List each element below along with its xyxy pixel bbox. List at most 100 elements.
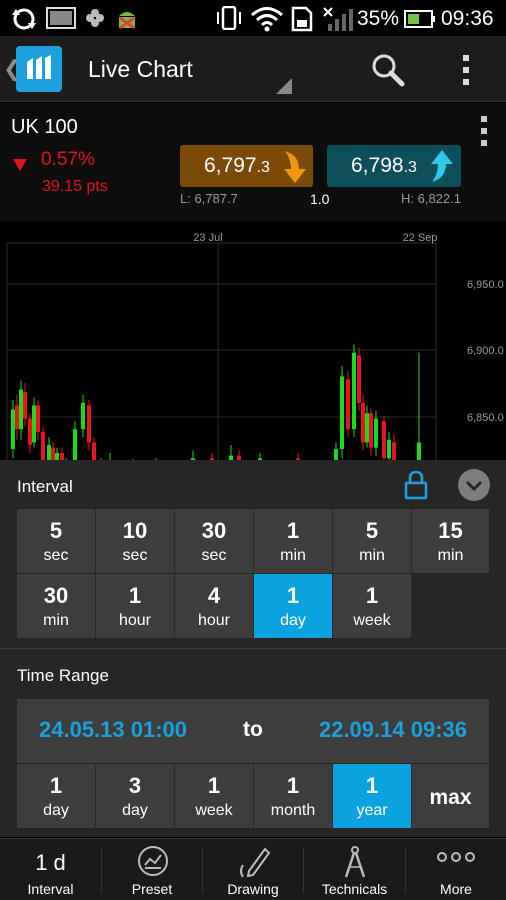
option-number: 1 (365, 773, 379, 798)
option-number: 30 (201, 518, 227, 543)
collapse-icon[interactable] (458, 469, 490, 501)
sell-button[interactable]: 6,797.3 (180, 145, 313, 187)
range-end-date[interactable]: 22.09.14 09:36 (319, 717, 467, 743)
nav-label: More (440, 881, 472, 897)
range-option-max[interactable]: max (412, 764, 489, 828)
title-dropdown-icon[interactable] (276, 78, 292, 94)
candle-body (361, 402, 365, 443)
option-unit: day (122, 802, 148, 819)
candle-body (352, 352, 356, 430)
range-option-3-day[interactable]: 3 day (96, 764, 175, 828)
search-icon[interactable] (370, 52, 406, 88)
candle-body (387, 439, 391, 459)
time-range-title: Time Range (17, 666, 109, 685)
nav-drawing[interactable]: Drawing (203, 839, 303, 900)
nav-label: Preset (131, 881, 173, 897)
candle-body (28, 418, 32, 446)
interval-grid: 5 sec 10 sec 30 sec 1 min 5 min 15 min 30 min 1… (17, 509, 489, 638)
x-tick-label: 22 Sep (403, 232, 438, 244)
change-percent: 0.57% (41, 149, 95, 170)
option-number: 1 (365, 583, 379, 608)
candle-body (51, 447, 55, 460)
option-unit: day (43, 802, 69, 819)
nav-label: Technicals (321, 881, 388, 897)
interval-option-5-min[interactable]: 5 min (333, 509, 412, 573)
lock-icon[interactable] (404, 470, 428, 500)
buy-button[interactable]: 6,798.3 (327, 145, 461, 187)
option-number: 5 (365, 518, 379, 543)
candle-body (369, 413, 373, 448)
buy-price-main: 6,798 (351, 154, 404, 177)
candle-body (382, 421, 386, 459)
sell-price-main: 6,797 (204, 154, 257, 177)
range-start-date[interactable]: 24.05.13 01:00 (39, 717, 187, 743)
low-price: L: 6,787.7 (180, 191, 238, 206)
option-number: 1 (207, 773, 221, 798)
interval-option-1-min[interactable]: 1 min (254, 509, 333, 573)
interval-option-1-day[interactable]: 1 day (254, 574, 333, 638)
option-number: 15 (438, 518, 463, 543)
option-number: 1 (286, 773, 300, 798)
candle-body (23, 392, 27, 419)
range-option-1-day[interactable]: 1 day (17, 764, 96, 828)
candle-body (92, 442, 96, 460)
sync-icon (12, 8, 36, 30)
interval-option-4-hour[interactable]: 4 hour (175, 574, 254, 638)
interval-option-10-sec[interactable]: 10 sec (96, 509, 175, 573)
interval-option-5-sec[interactable]: 5 sec (17, 509, 96, 573)
candle-body (11, 409, 15, 449)
nav-label: Interval (27, 881, 74, 897)
quote-menu-icon[interactable] (479, 115, 489, 147)
option-label: max (429, 786, 472, 809)
range-preset-grid: 1 day 3 day 1 week 1 month 1 year max (17, 764, 489, 828)
buy-arrow-icon (431, 150, 453, 182)
pencil-icon (240, 847, 271, 878)
option-unit: hour (197, 612, 231, 629)
range-option-1-month[interactable]: 1 month (254, 764, 333, 828)
range-option-1-week[interactable]: 1 week (175, 764, 254, 828)
change-points: 39.15 pts (42, 178, 108, 195)
battery-icon (404, 10, 435, 28)
interval-option-1-hour[interactable]: 1 hour (96, 574, 175, 638)
option-unit: min (280, 547, 306, 564)
interval-option-15-min[interactable]: 15 min (412, 509, 489, 573)
option-unit: hour (118, 612, 152, 629)
nav-preset[interactable]: Preset (102, 839, 202, 900)
range-option-1-year[interactable]: 1 year (333, 764, 412, 828)
overflow-menu-icon[interactable] (459, 54, 473, 86)
nav-interval[interactable]: 1 d Interval (0, 839, 101, 900)
interval-option-1-week[interactable]: 1 week (333, 574, 412, 638)
candle-body (32, 405, 36, 443)
sell-price: 6,797.3 (204, 154, 270, 178)
y-tick-label: 6,950.0 (467, 279, 504, 291)
interval-option-30-min[interactable]: 30 min (17, 574, 96, 638)
clock: 09:36 (441, 7, 494, 30)
candle-body (81, 402, 85, 430)
vibrate-icon (217, 6, 241, 30)
nav-more[interactable]: More (406, 839, 506, 900)
page-title[interactable]: Live Chart (88, 56, 193, 83)
preset-chart-icon (138, 846, 168, 876)
option-unit: week (195, 802, 233, 819)
option-number: 1 (128, 583, 142, 608)
candle-body (73, 429, 77, 460)
more-dots-icon (437, 852, 475, 862)
app-logo-icon[interactable] (16, 46, 62, 92)
candle-body (87, 405, 91, 443)
option-unit: day (280, 612, 306, 629)
price-chart[interactable]: 23 Jul 22 Sep 6,950.0 6,900.0 6,850.0 (0, 221, 506, 460)
option-unit: min (437, 547, 464, 564)
interval-title: Interval (17, 477, 73, 496)
buy-price-fraction: .3 (403, 159, 417, 176)
high-price: H: 6,822.1 (401, 191, 461, 206)
sell-price-fraction: .3 (256, 159, 270, 176)
candle-body (365, 413, 369, 443)
down-arrow-icon (13, 159, 27, 171)
interval-option-30-sec[interactable]: 30 sec (175, 509, 254, 573)
option-number: 30 (43, 583, 69, 608)
sim-icon (291, 6, 313, 32)
nav-technicals[interactable]: Technicals (304, 839, 405, 900)
candle-body (374, 418, 378, 448)
option-number: 10 (122, 518, 148, 543)
chart-canvas[interactable]: 23 Jul 22 Sep 6,950.0 6,900.0 6,850.0 (0, 221, 506, 460)
